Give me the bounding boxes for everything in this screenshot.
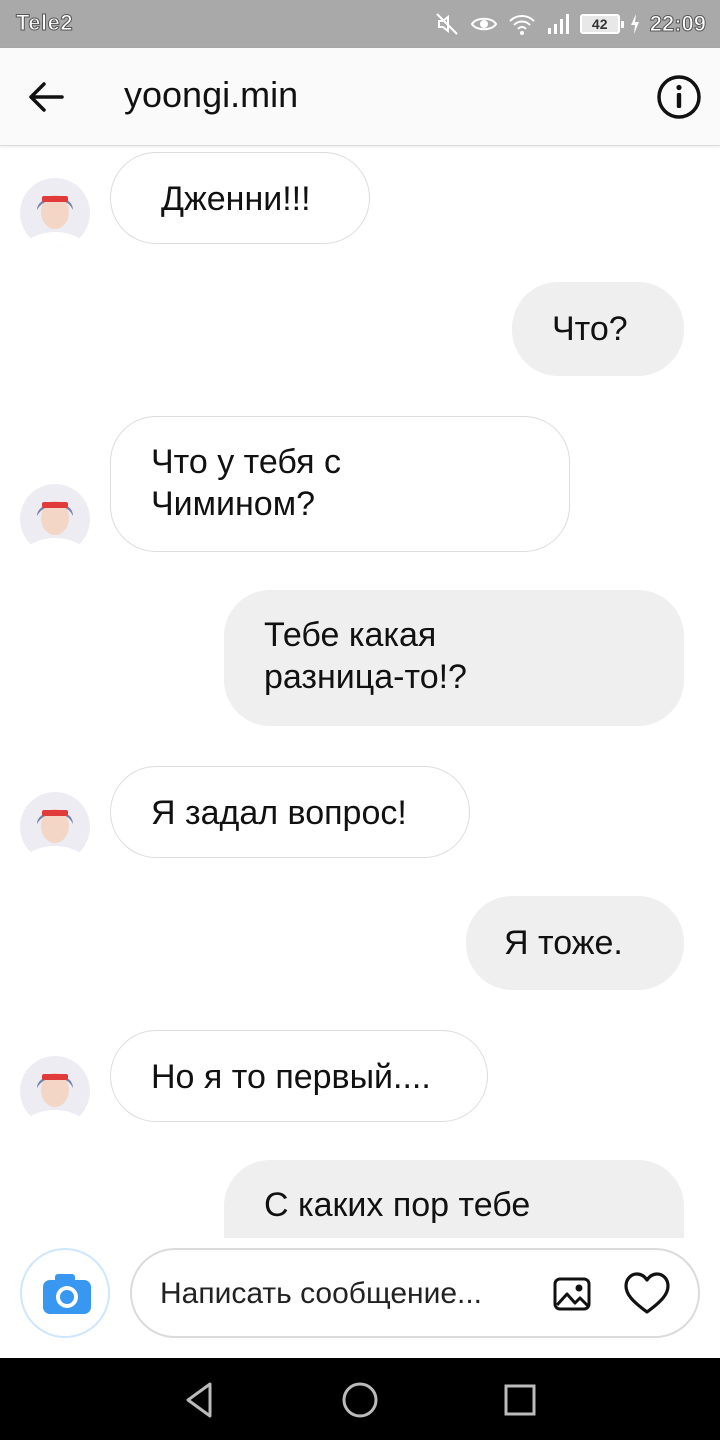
camera-button[interactable] <box>20 1248 110 1338</box>
avatar[interactable] <box>20 792 90 862</box>
info-button[interactable] <box>656 74 702 120</box>
eye-icon <box>470 12 498 36</box>
message-input-wrapper <box>130 1248 700 1338</box>
home-circle-icon <box>342 1382 378 1418</box>
message-incoming[interactable]: Дженни!!! <box>110 152 370 244</box>
message-incoming[interactable]: Но я то первый.... <box>110 1030 488 1122</box>
message-text: Чимином? <box>151 485 315 523</box>
message-text: Но я то первый.... <box>151 1058 431 1096</box>
message-text: Дженни!!! <box>161 180 311 218</box>
signal-icon <box>546 12 570 36</box>
message-text: Я тоже. <box>504 924 623 962</box>
message-text: Что у тебя с <box>151 443 341 481</box>
chat-username[interactable]: yoongi.min <box>124 74 298 116</box>
message-text: разница-то!? <box>264 658 467 696</box>
image-icon <box>553 1277 591 1311</box>
charging-icon <box>630 14 640 34</box>
message-text: Тебе какая <box>264 616 437 654</box>
message-incoming[interactable]: Что у тебя с Чимином? <box>110 416 570 552</box>
message-composer <box>0 1238 720 1358</box>
heart-icon <box>624 1272 670 1314</box>
message-text: С каких пор тебе <box>264 1186 531 1224</box>
message-text: Что? <box>552 310 628 348</box>
gallery-button[interactable] <box>550 1272 594 1316</box>
back-button[interactable] <box>22 72 72 122</box>
message-outgoing[interactable]: С каких пор тебе <box>224 1160 684 1238</box>
wifi-icon <box>508 12 536 36</box>
mute-icon <box>434 11 460 37</box>
message-text: Я задал вопрос! <box>151 794 407 832</box>
clock: 22:09 <box>649 11 706 37</box>
message-outgoing[interactable]: Я тоже. <box>466 896 684 990</box>
status-bar: Tele2 42 22:09 <box>0 0 720 48</box>
message-outgoing[interactable]: Что? <box>512 282 684 376</box>
avatar[interactable] <box>20 178 90 248</box>
back-triangle-icon <box>186 1382 212 1418</box>
avatar[interactable] <box>20 1056 90 1126</box>
carrier-name: Tele2 <box>15 10 74 36</box>
avatar[interactable] <box>20 484 90 554</box>
chat-header: yoongi.min <box>0 48 720 146</box>
nav-recents-button[interactable] <box>498 1378 542 1422</box>
system-nav-bar <box>0 1358 720 1440</box>
info-icon <box>657 75 701 119</box>
like-button[interactable] <box>622 1270 672 1320</box>
camera-icon <box>43 1274 91 1314</box>
recents-square-icon <box>504 1384 536 1416</box>
nav-home-button[interactable] <box>338 1378 382 1422</box>
nav-back-button[interactable] <box>178 1378 222 1422</box>
message-thread[interactable]: Дженни!!! Что? Что у тебя с Чимином? Теб… <box>0 146 720 1238</box>
message-outgoing[interactable]: Тебе какая разница-то!? <box>224 590 684 726</box>
arrow-left-icon <box>29 82 64 112</box>
status-icons: 42 22:09 <box>434 8 707 40</box>
battery-icon: 42 <box>579 14 624 34</box>
message-incoming[interactable]: Я задал вопрос! <box>110 766 470 858</box>
message-input[interactable] <box>160 1272 540 1316</box>
